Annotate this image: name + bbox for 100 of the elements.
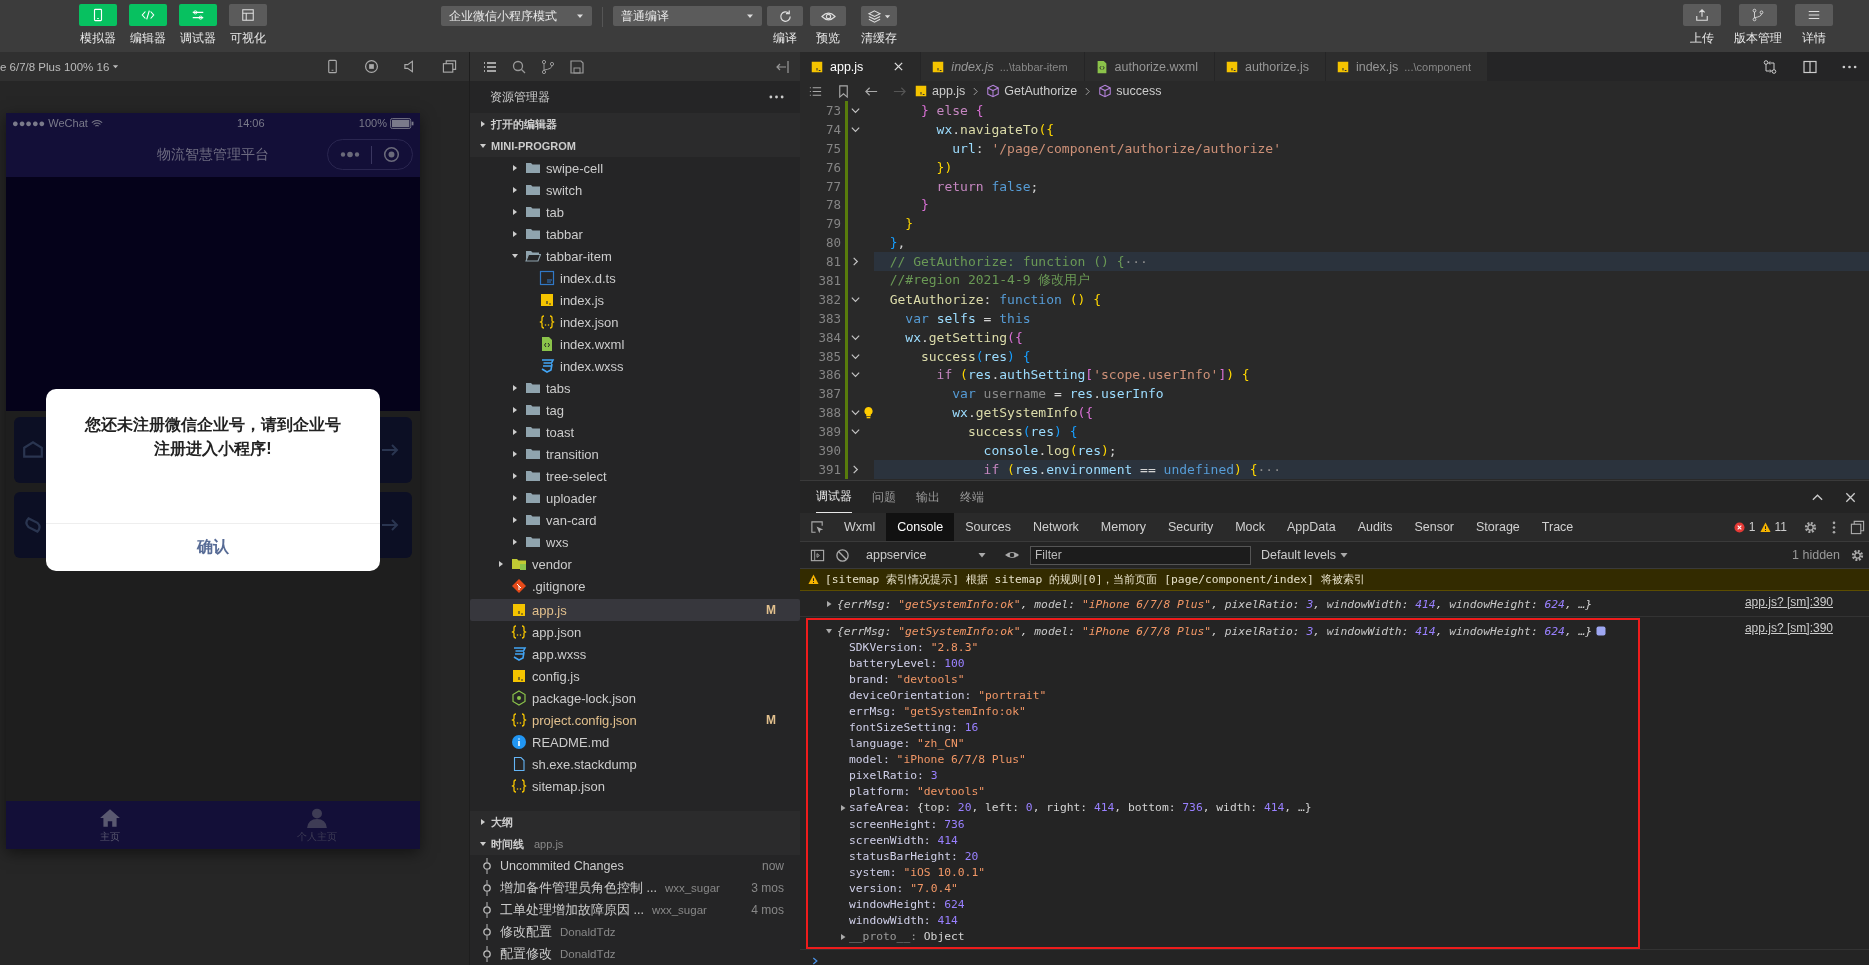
file-tree-item[interactable]: uploader: [470, 487, 800, 509]
file-tree-item[interactable]: package-lock.json: [470, 687, 800, 709]
error-count[interactable]: 1: [1748, 520, 1756, 534]
toolbar-button[interactable]: [810, 6, 846, 26]
record-icon[interactable]: [364, 59, 379, 74]
file-tree-item[interactable]: index.js: [470, 289, 800, 311]
split-editor-icon[interactable]: [1802, 58, 1818, 75]
windows-icon[interactable]: [442, 59, 457, 74]
toolbar-button[interactable]: [861, 6, 897, 26]
file-tree-item[interactable]: config.js: [470, 665, 800, 687]
file-tree-item[interactable]: index.wxss: [470, 355, 800, 377]
toolbar-button[interactable]: [767, 6, 803, 26]
devtools-tab[interactable]: Security: [1157, 513, 1225, 541]
breadcrumb-item[interactable]: app.js: [932, 84, 966, 98]
warning-count[interactable]: 11: [1774, 520, 1787, 534]
compare-icon[interactable]: [1762, 58, 1778, 75]
file-tree-item[interactable]: van-card: [470, 509, 800, 531]
editor-tab[interactable]: authorize.js: [1215, 52, 1326, 81]
editor-tab[interactable]: index.js ...\tabbar-item: [921, 52, 1085, 81]
file-tree-item[interactable]: README.md: [470, 731, 800, 753]
file-tree-item[interactable]: tabbar: [470, 223, 800, 245]
chevron-icon[interactable]: [479, 840, 487, 848]
toolbar-button[interactable]: [1683, 4, 1721, 26]
editor-tab[interactable]: app.js: [800, 52, 922, 81]
filter-input[interactable]: Filter: [1030, 545, 1251, 565]
commit-title[interactable]: 配置修改: [500, 945, 552, 963]
view-toggle[interactable]: [229, 4, 267, 26]
devtools-tab[interactable]: Storage: [1465, 513, 1531, 541]
levels-dropdown[interactable]: Default levels: [1261, 548, 1349, 562]
source-link[interactable]: app.js? [sm]:390: [1744, 621, 1833, 635]
collapse-panel-icon[interactable]: [775, 58, 791, 75]
lightbulb-icon[interactable]: [862, 406, 874, 420]
view-toggle[interactable]: [79, 4, 117, 26]
devtools-tab[interactable]: Mock: [1224, 513, 1276, 541]
commit-title[interactable]: 增加备件管理员角色控制 ...: [500, 879, 657, 897]
more-icon[interactable]: [769, 95, 784, 99]
breadcrumb-item[interactable]: success: [1116, 84, 1162, 98]
toolbar-button[interactable]: [1795, 4, 1833, 26]
console-object[interactable]: {errMsg: "getSystemInfo:ok", model: "iPhone 6/7/8 Plus", pixelRatio: 3, windowWidth: 414, windowHeight: 624, …}: [837, 624, 1593, 638]
confirm-button[interactable]: 确认: [46, 523, 380, 571]
expand-arrow-icon[interactable]: [839, 932, 847, 941]
panel-tab[interactable]: 问题: [872, 481, 896, 513]
phone-icon[interactable]: [325, 59, 340, 74]
more-icon[interactable]: [1842, 64, 1857, 69]
section-header[interactable]: MINI-PROGROM: [470, 135, 800, 157]
file-tree-item[interactable]: vendor: [470, 553, 800, 575]
context-dropdown[interactable]: appservice: [866, 548, 994, 562]
file-tree-item[interactable]: transition: [470, 443, 800, 465]
view-toggle[interactable]: [179, 4, 217, 26]
expand-arrow-icon[interactable]: [825, 627, 833, 635]
file-tree-item[interactable]: .gitignore: [470, 575, 800, 597]
file-tree-item[interactable]: index.json: [470, 311, 800, 333]
file-tree-item[interactable]: index.wxml: [470, 333, 800, 355]
dock-icon[interactable]: [1850, 519, 1865, 535]
inspect-icon[interactable]: [810, 519, 825, 535]
more-icon[interactable]: [1832, 519, 1836, 535]
save-icon[interactable]: [569, 58, 585, 75]
file-tree-item[interactable]: project.config.json M: [470, 709, 800, 731]
file-tree-item[interactable]: index.d.ts: [470, 267, 800, 289]
expand-arrow-icon[interactable]: [839, 804, 847, 812]
close-icon[interactable]: [1844, 490, 1857, 504]
compile-dropdown[interactable]: 普通编译: [613, 6, 762, 26]
source-link[interactable]: app.js? [sm]:390: [1744, 595, 1833, 609]
settings-icon[interactable]: [1850, 547, 1865, 563]
file-tree-item[interactable]: app.js M: [470, 599, 800, 621]
editor-tab[interactable]: index.js ...\component: [1325, 52, 1488, 81]
expand-arrow-icon[interactable]: [825, 600, 833, 608]
file-tree-item[interactable]: sitemap.json: [470, 775, 800, 797]
file-tree-item[interactable]: app.json: [470, 621, 800, 643]
console-object[interactable]: {errMsg: "getSystemInfo:ok", model: "iPhone 6/7/8 Plus", pixelRatio: 3, windowWidth: 414, windowHeight: 624, …}: [837, 597, 1593, 611]
file-tree-item[interactable]: switch: [470, 179, 800, 201]
file-tree-item[interactable]: wxs: [470, 531, 800, 553]
devtools-tab[interactable]: Sources: [954, 513, 1022, 541]
panel-tab[interactable]: 输出: [916, 481, 940, 513]
devtools-tab[interactable]: Network: [1022, 513, 1090, 541]
view-toggle[interactable]: [129, 4, 167, 26]
file-tree-item[interactable]: tabs: [470, 377, 800, 399]
breadcrumb-item[interactable]: GetAuthorize: [1004, 84, 1078, 98]
device-dropdown[interactable]: e 6/7/8 Plus 100% 16: [0, 60, 120, 73]
file-tree-item[interactable]: tag: [470, 399, 800, 421]
devtools-tab[interactable]: Memory: [1089, 513, 1157, 541]
info-badge-icon[interactable]: [1596, 626, 1607, 636]
commit-title[interactable]: Uncommited Changes: [500, 859, 624, 873]
settings-icon[interactable]: [1803, 519, 1818, 535]
devtools-tab[interactable]: Wxml: [833, 513, 887, 541]
toolbar-button[interactable]: [1739, 4, 1777, 26]
section-header[interactable]: 打开的编辑器: [470, 113, 800, 135]
devtools-tab[interactable]: Trace: [1530, 513, 1585, 541]
search-icon[interactable]: [511, 58, 527, 75]
file-tree-item[interactable]: swipe-cell: [470, 157, 800, 179]
devtools-tab[interactable]: AppData: [1276, 513, 1347, 541]
clear-console-icon[interactable]: [835, 547, 850, 563]
commit-title[interactable]: 修改配置: [500, 923, 552, 941]
panel-tab[interactable]: 终端: [960, 481, 984, 513]
devtools-tab[interactable]: Audits: [1346, 513, 1404, 541]
bookmark-icon[interactable]: [836, 83, 851, 99]
file-tree-item[interactable]: tab: [470, 201, 800, 223]
sidebar-toggle-icon[interactable]: [810, 547, 825, 563]
file-tree-item[interactable]: app.wxss: [470, 643, 800, 665]
devtools-tab[interactable]: Sensor: [1403, 513, 1466, 541]
